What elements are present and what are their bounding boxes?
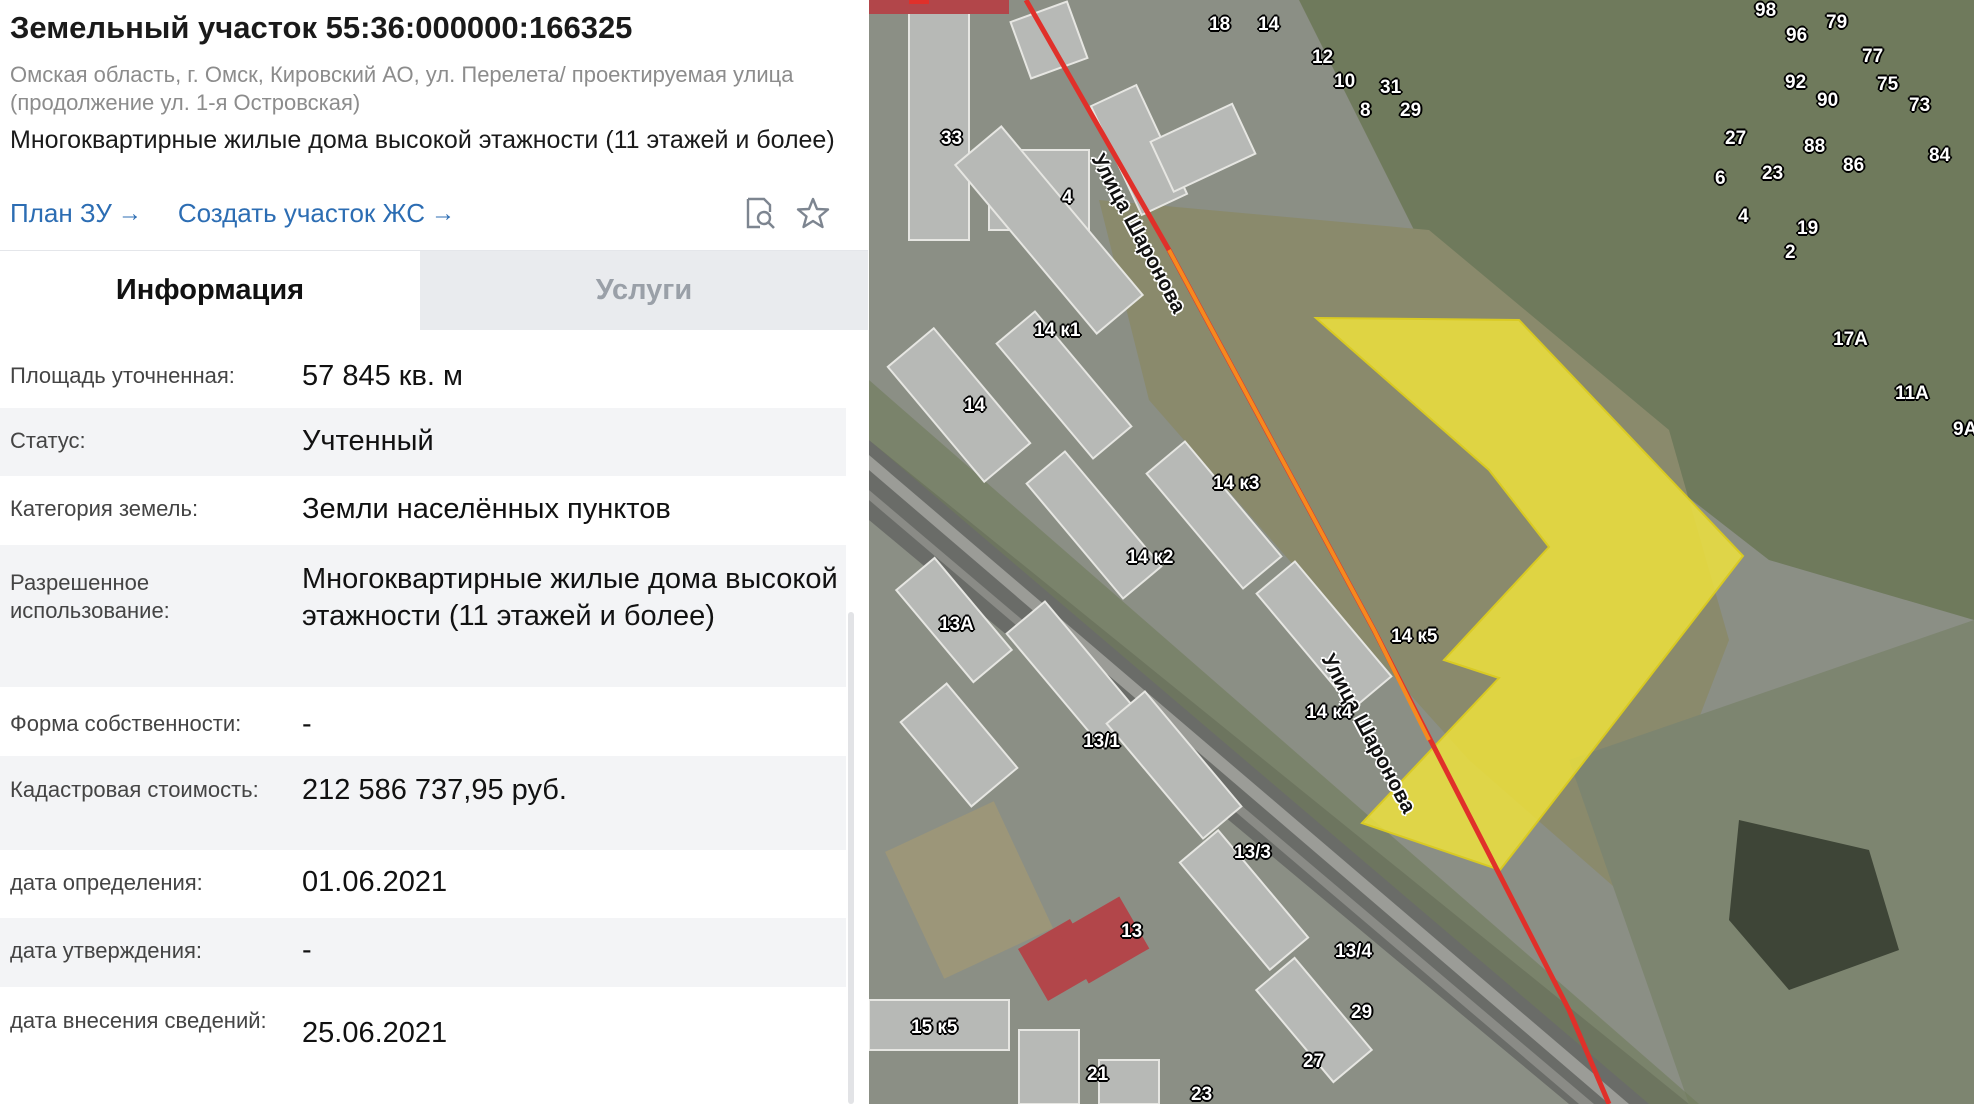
- house-number: 31: [1380, 77, 1402, 98]
- house-number: 86: [1843, 155, 1865, 176]
- house-number: 17А: [1833, 329, 1868, 350]
- property-label: Статус:: [10, 428, 86, 453]
- panel-scrollbar[interactable]: [848, 612, 854, 1104]
- house-number: 96: [1786, 25, 1808, 46]
- house-number: 18: [1209, 14, 1231, 35]
- house-number: 10: [1334, 71, 1356, 92]
- house-number: 13: [1121, 921, 1143, 942]
- house-number: 27: [1303, 1051, 1325, 1072]
- create-parcel-link[interactable]: Создать участок ЖС →: [178, 198, 455, 229]
- parcel-title: Земельный участок 55:36:000000:166325: [10, 10, 633, 45]
- plan-link[interactable]: План ЗУ →: [10, 198, 142, 229]
- parcel-address: Омская область, г. Омск, Кировский АО, у…: [10, 62, 794, 115]
- house-number: 73: [1909, 95, 1931, 116]
- house-number: 84: [1929, 145, 1951, 166]
- house-number: 21: [1087, 1064, 1109, 1085]
- house-number: 14: [1258, 14, 1280, 35]
- property-row: Площадь уточненная: 57 845 кв. м: [0, 340, 846, 408]
- house-number: 77: [1862, 46, 1884, 67]
- house-number: 14: [964, 395, 986, 416]
- house-number: 92: [1785, 72, 1807, 93]
- document-search-icon[interactable]: [742, 196, 778, 232]
- property-row: дата определения: 01.06.2021: [0, 850, 846, 918]
- house-number: 15 к5: [911, 1017, 958, 1038]
- property-value: 57 845 кв. м: [302, 360, 463, 392]
- property-row: Категория земель: Земли населённых пункт…: [0, 476, 846, 545]
- house-number: 14 к2: [1127, 547, 1174, 568]
- house-number: 27: [1725, 128, 1747, 149]
- house-number: 23: [1191, 1084, 1213, 1104]
- plan-link-label: План ЗУ: [10, 198, 112, 228]
- arrow-right-icon: →: [431, 199, 456, 227]
- house-number: 4: [1738, 206, 1749, 227]
- property-value: 01.06.2021: [302, 866, 448, 898]
- property-label: Площадь уточненная:: [10, 363, 235, 388]
- property-row: дата утверждения: -: [0, 918, 846, 987]
- property-label: дата утверждения:: [10, 938, 203, 963]
- house-number: 98: [1755, 0, 1777, 21]
- property-label: Кадастровая стоимость:: [10, 777, 259, 802]
- property-label: Категория земель:: [10, 496, 199, 521]
- house-number: 79: [1826, 12, 1848, 33]
- property-value: -: [302, 708, 312, 740]
- property-row: Кадастровая стоимость: 212 586 737,95 ру…: [0, 756, 846, 850]
- property-row: Форма собственности: -: [0, 687, 846, 756]
- property-row: дата внесения сведений: 25.06.2021: [0, 987, 846, 1081]
- house-number: 13А: [939, 614, 974, 635]
- house-number: 33: [941, 128, 963, 149]
- property-value: -: [302, 934, 312, 966]
- property-value: Земли населённых пунктов: [302, 493, 671, 525]
- property-value: 25.06.2021: [302, 1017, 448, 1049]
- house-number: 29: [1400, 100, 1422, 121]
- house-number: 75: [1877, 74, 1899, 95]
- property-value: Учтенный: [302, 425, 434, 457]
- house-number: 6: [1715, 168, 1726, 189]
- arrow-right-icon: →: [117, 199, 142, 227]
- action-links: План ЗУ → Создать участок ЖС →: [10, 198, 455, 229]
- house-number: 12: [1312, 47, 1334, 68]
- create-parcel-link-label: Создать участок ЖС: [177, 198, 426, 228]
- parcel-info-panel: Земельный участок 55:36:000000:166325 Ом…: [0, 0, 868, 1104]
- house-number: 2: [1785, 242, 1796, 263]
- property-row: Статус: Учтенный: [0, 408, 846, 476]
- property-label: Форма собственности:: [10, 711, 242, 736]
- house-number: 19: [1797, 218, 1819, 239]
- house-number: 14 к3: [1213, 473, 1260, 494]
- house-number: 29: [1351, 1002, 1373, 1023]
- tab-information[interactable]: Информация: [0, 251, 420, 330]
- house-number: 13/3: [1234, 842, 1271, 863]
- property-row: Разрешенное использование: Многоквартирн…: [0, 545, 846, 687]
- house-number: 9А: [1953, 419, 1974, 440]
- property-value: 212 586 737,95 руб.: [302, 774, 567, 806]
- property-label: дата определения:: [10, 870, 203, 895]
- house-number: 14 к1: [1034, 320, 1081, 341]
- house-number: 14 к4: [1306, 702, 1353, 723]
- parcel-purpose: Многоквартирные жилые дома высокой этажн…: [10, 126, 835, 154]
- cadastral-map[interactable]: Улица Шаронова Улица Шаронова 18 14 98 9…: [869, 0, 1974, 1104]
- house-number: 8: [1360, 100, 1371, 121]
- tab-services[interactable]: Услуги: [420, 251, 868, 330]
- property-label: Разрешенное использование:: [10, 570, 170, 623]
- panel-tabs: Информация Услуги: [0, 250, 868, 330]
- star-icon[interactable]: [796, 196, 830, 232]
- house-number: 13/4: [1335, 941, 1372, 962]
- house-number: 14 к5: [1391, 626, 1438, 647]
- property-label: дата внесения сведений:: [10, 1008, 267, 1033]
- toolbar-icons: [742, 196, 830, 232]
- house-number: 13/1: [1083, 731, 1120, 752]
- satellite-imagery: [869, 0, 1974, 1104]
- house-number: 88: [1804, 136, 1826, 157]
- property-list: Площадь уточненная: 57 845 кв. м Статус:…: [0, 340, 846, 1081]
- house-number: 4: [1062, 187, 1073, 208]
- property-value: Многоквартирные жилые дома высокой этажн…: [302, 563, 838, 632]
- house-number: 23: [1762, 163, 1784, 184]
- house-number: 90: [1817, 90, 1839, 111]
- house-number: 11А: [1895, 383, 1929, 404]
